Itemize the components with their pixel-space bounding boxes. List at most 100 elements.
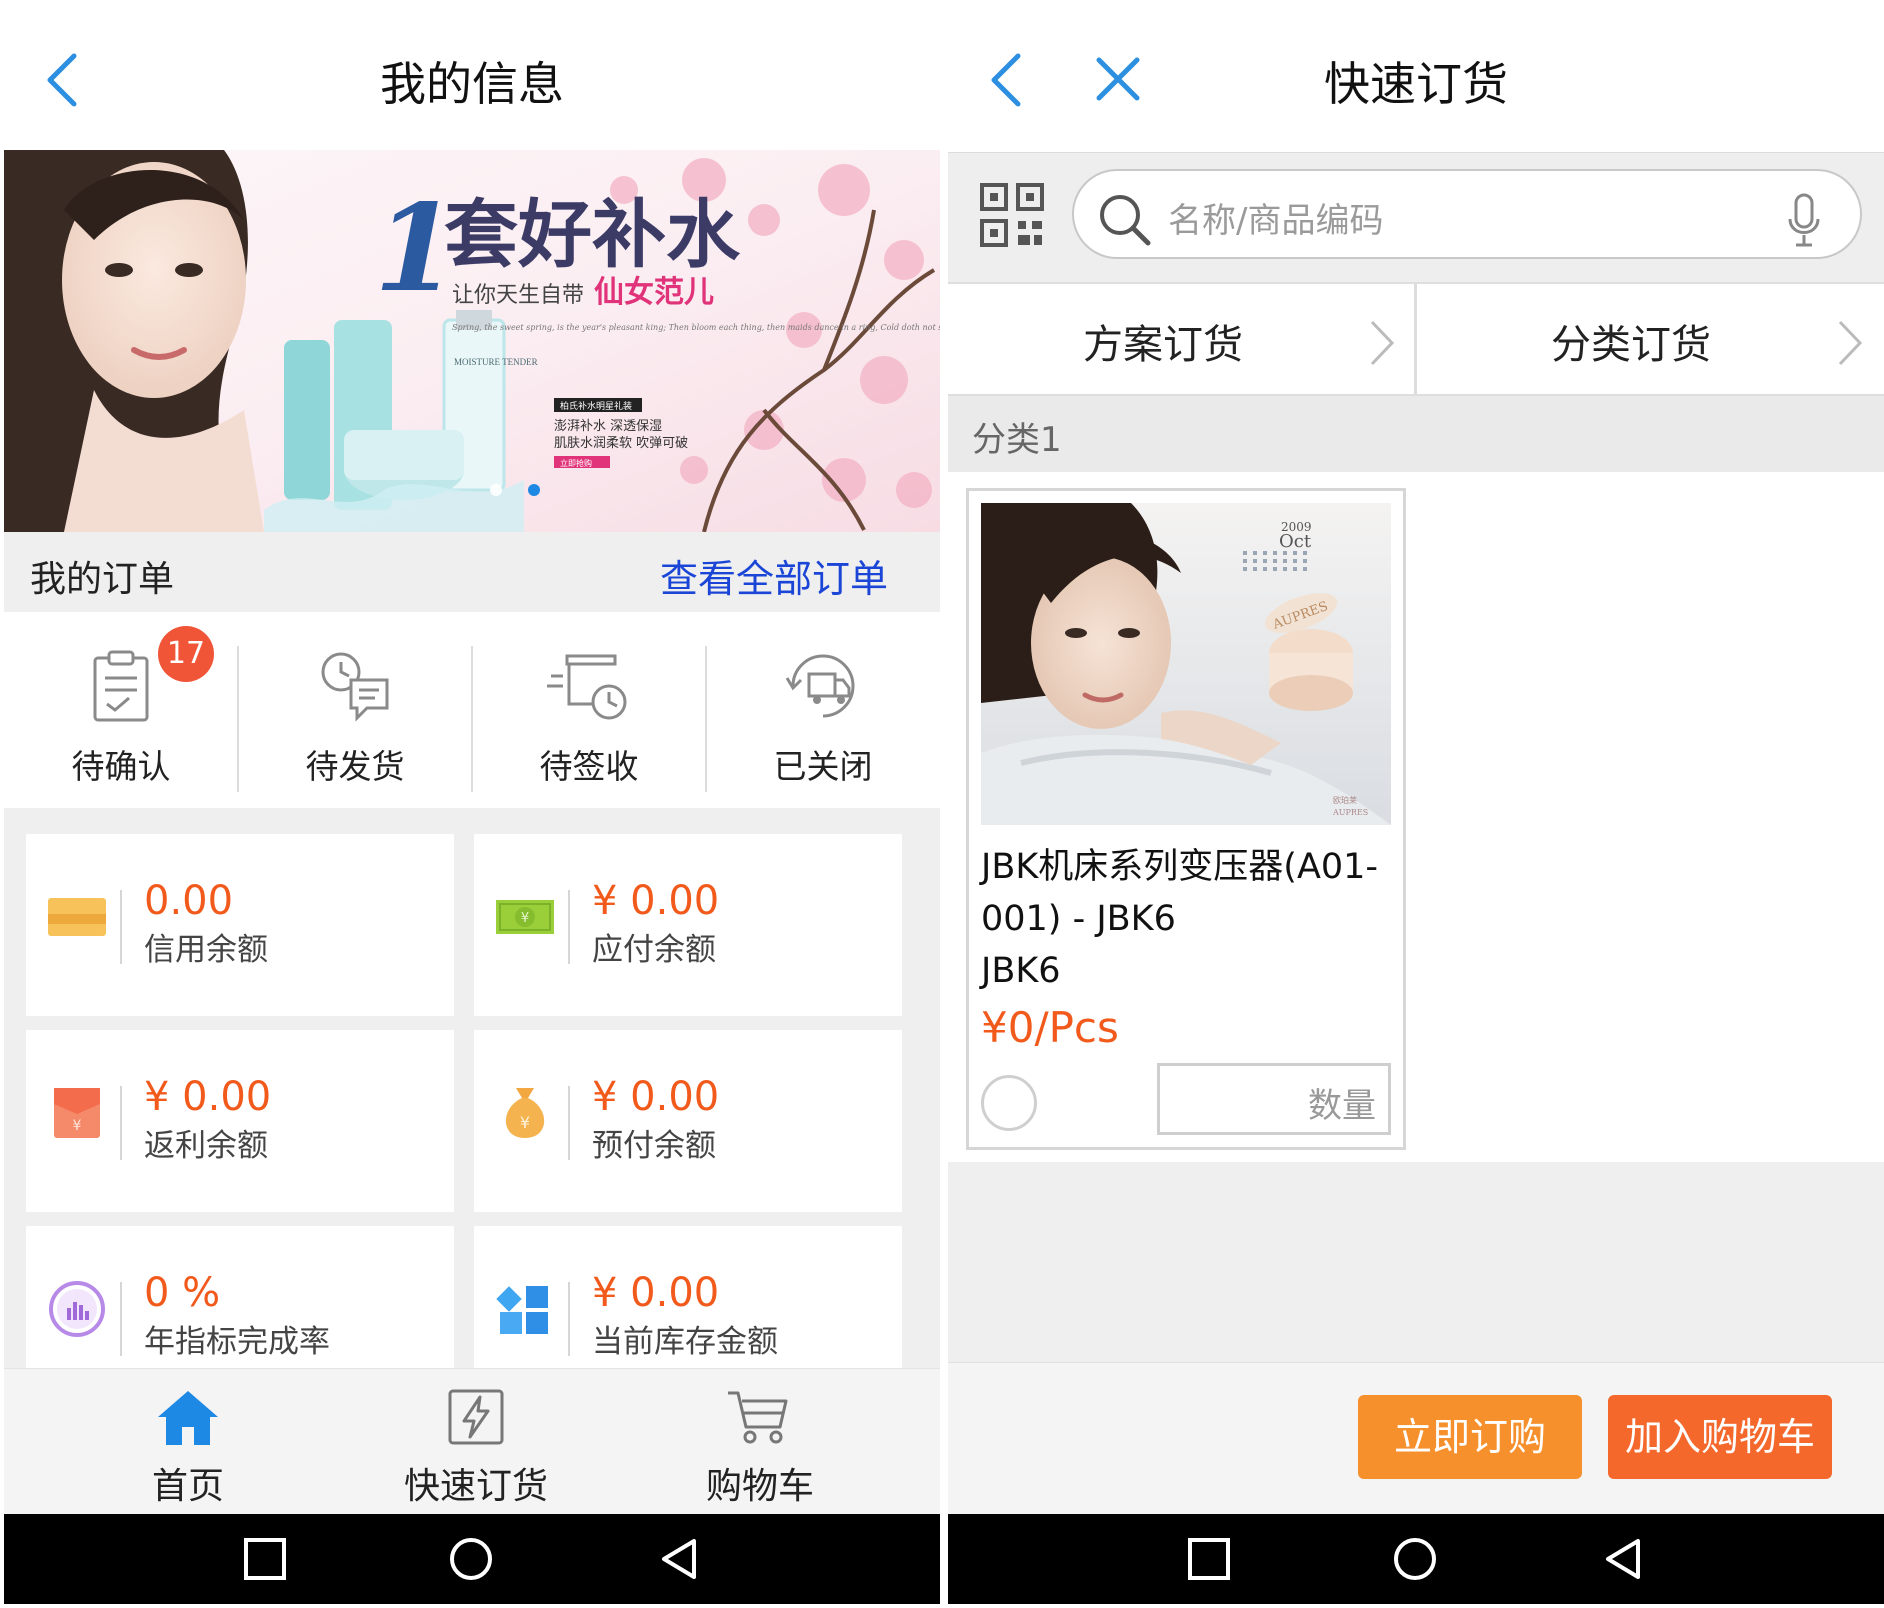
payable-balance-card[interactable]: ¥ ¥ 0.00 应付余额 [474, 834, 902, 1016]
plan-order-button[interactable]: 方案订货 [948, 284, 1416, 394]
card-icon [48, 898, 106, 936]
balance-grid: 0.00 信用余额 ¥ ¥ 0.00 应付余额 ¥ ¥ 0.00 返利余额 ¥ … [4, 808, 940, 1408]
divider [120, 890, 122, 964]
status-pending-ship[interactable]: 待发货 [238, 612, 472, 808]
divider [568, 1086, 570, 1160]
search-bar: 名称/商品编码 [948, 152, 1884, 282]
lightning-icon [448, 1389, 504, 1445]
mode-label: 分类订货 [1551, 322, 1711, 368]
money-bag-icon: ¥ [505, 1088, 545, 1138]
home-circle-icon[interactable] [1392, 1536, 1438, 1582]
add-to-cart-button[interactable]: 加入购物车 [1608, 1395, 1832, 1479]
truck-clock-icon [547, 654, 627, 720]
balance-amount: ¥ 0.00 [592, 1074, 720, 1120]
system-nav-bar [4, 1514, 940, 1604]
tab-label: 快速订货 [404, 1466, 549, 1507]
search-input[interactable]: 名称/商品编码 [1072, 169, 1862, 259]
quick-order-screen: 快速订货 名称/商品编码 方案订货 分类订货 分类1 2009 Oct AUPR… [948, 4, 1884, 1604]
order-status-row: 17 待确认 待发货 待签收 已关闭 [4, 612, 940, 808]
system-nav-bar [948, 1514, 1884, 1604]
tab-label: 首页 [152, 1466, 225, 1507]
status-pending-receive[interactable]: 待签收 [472, 612, 706, 808]
balance-label: 年指标完成率 [144, 1324, 330, 1360]
svg-text:AUPRES: AUPRES [1332, 808, 1368, 817]
divider [120, 1086, 122, 1160]
home-icon [158, 1391, 218, 1445]
product-photo: 2009 Oct AUPRES 欧珀莱 AUPRES [981, 503, 1391, 825]
svg-text:仙女范儿: 仙女范儿 [594, 275, 714, 310]
balance-amount: 0.00 [144, 878, 234, 924]
svg-text:¥: ¥ [521, 911, 529, 926]
buy-now-button[interactable]: 立即订购 [1358, 1395, 1582, 1479]
tab-quick-order[interactable]: 快速订货 [374, 1369, 574, 1515]
recents-square-icon[interactable] [1186, 1536, 1232, 1582]
svg-text:¥: ¥ [73, 1118, 82, 1134]
back-triangle-icon[interactable] [1600, 1536, 1646, 1582]
red-envelope-icon: ¥ [54, 1088, 100, 1138]
svg-text:Oct: Oct [1279, 531, 1312, 552]
svg-text:欧珀莱: 欧珀莱 [1333, 795, 1357, 805]
status-closed[interactable]: 已关闭 [706, 612, 940, 808]
quantity-input[interactable]: 数量 [1157, 1063, 1391, 1135]
prepaid-balance-card[interactable]: ¥ ¥ 0.00 预付余额 [474, 1030, 902, 1212]
balance-label: 应付余额 [592, 932, 716, 968]
back-triangle-icon[interactable] [656, 1536, 702, 1582]
inventory-blocks-icon [496, 1286, 548, 1334]
search-placeholder: 名称/商品编码 [1168, 201, 1384, 241]
balance-amount: ¥ 0.00 [592, 1270, 720, 1316]
tab-cart[interactable]: 购物车 [664, 1369, 844, 1515]
balance-amount: ¥ 0.00 [144, 1074, 272, 1120]
view-all-orders-link[interactable]: 查看全部订单 [660, 548, 888, 603]
home-circle-icon[interactable] [448, 1536, 494, 1582]
banner-artwork: MOISTURE TENDER 1 套好补水 让你天生自带 仙女范儿 Sprin… [4, 150, 940, 532]
svg-text:MOISTURE TENDER: MOISTURE TENDER [454, 357, 538, 367]
product-list: 2009 Oct AUPRES 欧珀莱 AUPRES JBK机床系列变压器(A0… [948, 472, 1884, 1162]
bottom-tab-bar: 首页 快速订货 购物车 [4, 1368, 940, 1514]
promo-banner[interactable]: MOISTURE TENDER 1 套好补水 让你天生自带 仙女范儿 Sprin… [4, 150, 940, 532]
balance-label: 预付余额 [592, 1128, 716, 1164]
svg-text:让你天生自带: 让你天生自带 [452, 283, 584, 308]
divider [568, 890, 570, 964]
select-radio[interactable] [981, 1075, 1037, 1131]
header: 我的信息 [4, 4, 940, 152]
status-label: 待签收 [539, 747, 639, 786]
my-info-screen: 我的信息 MOISTURE TENDER 1 套好补水 让你天生自带 仙女范儿 … [4, 4, 940, 1604]
microphone-icon[interactable] [1784, 191, 1824, 251]
svg-text:¥: ¥ [520, 1113, 530, 1132]
action-bar: 立即订购 加入购物车 [948, 1362, 1884, 1514]
tab-label: 购物车 [706, 1466, 815, 1507]
my-orders-header: 我的订单 查看全部订单 [4, 532, 940, 612]
pending-count-badge: 17 [158, 626, 214, 682]
clipboard-check-icon [93, 650, 149, 722]
qr-scan-icon[interactable] [980, 183, 1044, 247]
order-mode-row: 方案订货 分类订货 [948, 282, 1884, 396]
svg-text:澎湃补水 深透保湿: 澎湃补水 深透保湿 [554, 419, 662, 434]
rebate-balance-card[interactable]: ¥ ¥ 0.00 返利余额 [26, 1030, 454, 1212]
tab-home[interactable]: 首页 [96, 1369, 286, 1515]
recents-square-icon[interactable] [242, 1536, 288, 1582]
status-label: 已关闭 [773, 747, 873, 786]
product-name: JBK机床系列变压器(A01-001) - JBK6 JBK6 [981, 841, 1401, 997]
status-label: 待确认 [71, 747, 171, 786]
credit-balance-card[interactable]: 0.00 信用余额 [26, 834, 454, 1016]
cash-icon: ¥ [496, 900, 554, 934]
quantity-placeholder: 数量 [1308, 1086, 1376, 1126]
divider [120, 1282, 122, 1356]
product-image[interactable]: 2009 Oct AUPRES 欧珀莱 AUPRES [981, 503, 1391, 825]
header: 快速订货 [948, 4, 1884, 152]
product-price: ¥0/Pcs [981, 1003, 1119, 1052]
product-card[interactable]: 2009 Oct AUPRES 欧珀莱 AUPRES JBK机床系列变压器(A0… [966, 488, 1406, 1150]
balance-amount: 0 % [144, 1270, 221, 1316]
status-label: 待发货 [305, 747, 405, 786]
closed-truck-icon [785, 654, 855, 718]
svg-text:柏氏补水明星礼装: 柏氏补水明星礼装 [560, 400, 632, 412]
product-code: JBK6 [981, 951, 1061, 991]
category-order-button[interactable]: 分类订货 [1416, 284, 1884, 394]
svg-text:套好补水: 套好补水 [444, 192, 741, 278]
status-pending-confirm[interactable]: 17 待确认 [4, 612, 238, 808]
mode-label: 方案订货 [1083, 322, 1243, 368]
balance-label: 返利余额 [144, 1128, 268, 1164]
chevron-right-icon [1838, 320, 1863, 366]
svg-text:肌肤水润柔软 吹弹可破: 肌肤水润柔软 吹弹可破 [554, 436, 688, 451]
svg-text:Spring, the sweet spring, is t: Spring, the sweet spring, is the year's … [452, 323, 940, 332]
